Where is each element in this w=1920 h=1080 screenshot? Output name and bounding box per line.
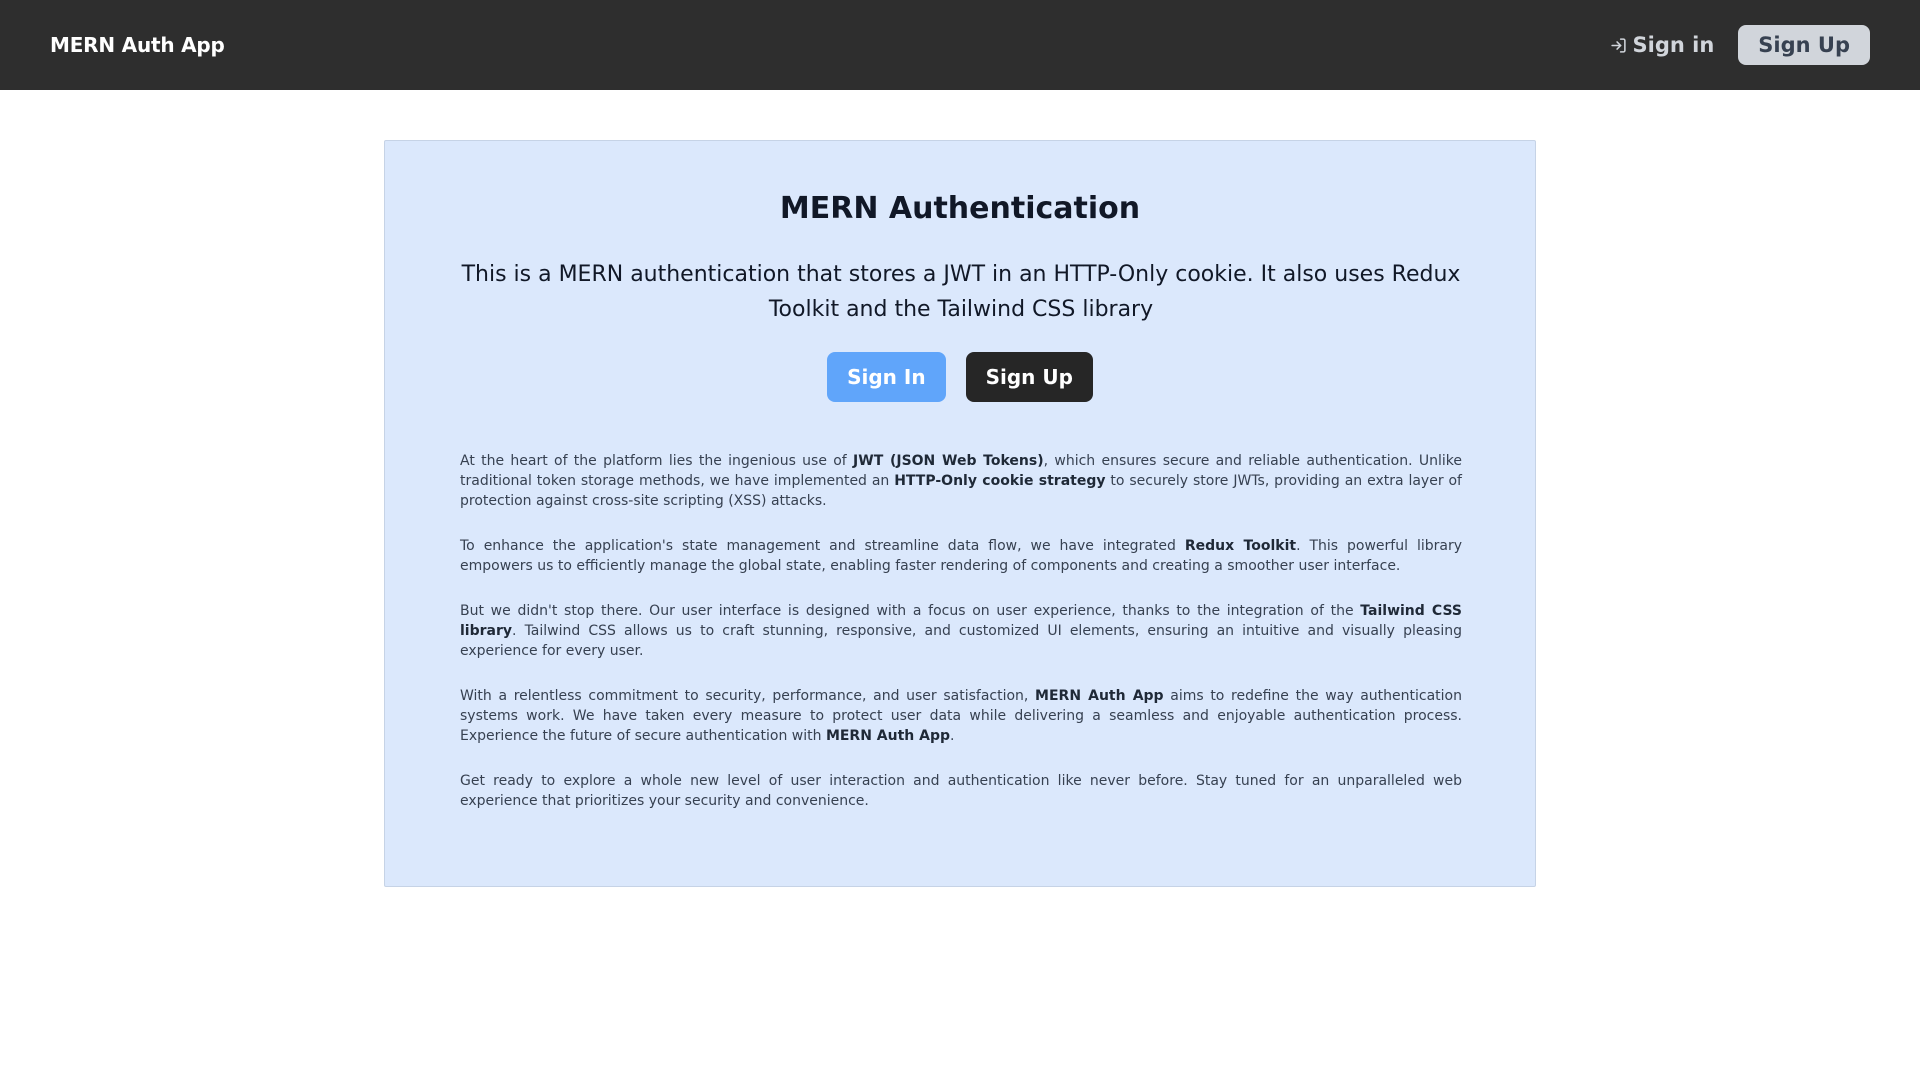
signup-button[interactable]: Sign Up <box>965 352 1093 402</box>
about-paragraph: But we didn't stop there. Our user inter… <box>460 601 1462 661</box>
top-navbar: MERN Auth App Sign in Sign Up <box>0 0 1920 90</box>
paragraph-text: But we didn't stop there. Our user inter… <box>460 603 1361 619</box>
about-content: At the heart of the platform lies the in… <box>460 451 1462 836</box>
hero-title: MERN Authentication <box>779 191 1141 226</box>
paragraph-text: At the heart of the platform lies the in… <box>460 453 854 469</box>
signin-button[interactable]: Sign In <box>827 352 946 402</box>
paragraph-text: . <box>950 728 955 744</box>
paragraph-text: . Tailwind CSS allows us to craft stunni… <box>460 623 1462 659</box>
about-paragraph: With a relentless commitment to security… <box>460 686 1462 746</box>
paragraph-text: With a relentless commitment to security… <box>460 688 1036 704</box>
brand-logo-text[interactable]: MERN Auth App <box>50 33 225 57</box>
emphasis-text: MERN Auth App <box>1035 688 1164 704</box>
about-paragraph: To enhance the application's state manag… <box>460 536 1462 576</box>
about-paragraph: At the heart of the platform lies the in… <box>460 451 1462 511</box>
about-paragraph: Get ready to explore a whole new level o… <box>460 771 1462 811</box>
nav-signin-label: Sign in <box>1632 33 1715 57</box>
emphasis-text: HTTP-Only cookie strategy <box>894 473 1106 489</box>
hero-card: MERN Authentication This is a MERN authe… <box>384 140 1536 887</box>
nav-signup-button[interactable]: Sign Up <box>1738 25 1870 65</box>
login-arrow-icon <box>1610 37 1627 54</box>
paragraph-text: To enhance the application's state manag… <box>460 538 1185 554</box>
hero-description: This is a MERN authentication that store… <box>461 262 1461 322</box>
emphasis-text: JWT (JSON Web Tokens) <box>853 453 1044 469</box>
hero-actions: Sign In Sign Up <box>385 352 1535 402</box>
header-nav: Sign in Sign Up <box>1610 25 1870 65</box>
paragraph-text: Get ready to explore a whole new level o… <box>460 773 1462 809</box>
emphasis-text: MERN Auth App <box>825 728 951 744</box>
emphasis-text: Redux Toolkit <box>1184 538 1297 554</box>
nav-signin-link[interactable]: Sign in <box>1610 33 1715 57</box>
